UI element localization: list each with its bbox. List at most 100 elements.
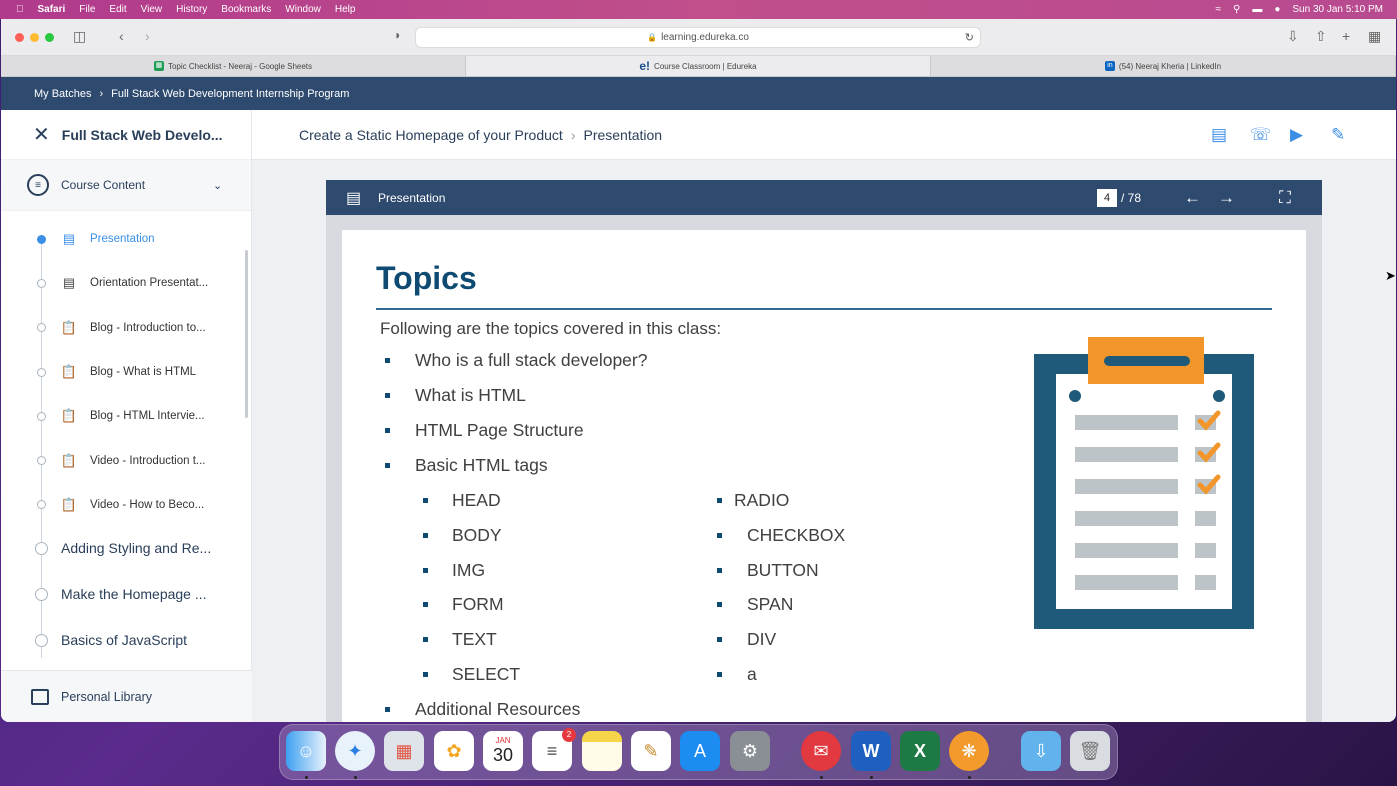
menu-history[interactable]: History <box>176 4 207 15</box>
classroom-app: ✕ Full Stack Web Develo... ≡ Course Cont… <box>1 110 1396 722</box>
module-item[interactable]: Make the Homepage ... <box>1 571 251 617</box>
course-sidebar: ✕ Full Stack Web Develo... ≡ Course Cont… <box>1 110 252 722</box>
privacy-shield-icon[interactable]: ◑ <box>393 28 400 42</box>
video-icon[interactable]: ▶ <box>1290 125 1303 145</box>
list-item[interactable]: 📋 Video - Introduction t... <box>1 438 251 482</box>
safari-window: ◫ ‹ › ◑ 🔒 learning.edureka.co ↻ ⇩ ⇧ + ▦ … <box>1 19 1396 722</box>
slide-intro: Following are the topics covered in this… <box>380 319 722 338</box>
page-number-input[interactable]: 4 <box>1097 189 1117 207</box>
bullet <box>385 463 390 468</box>
siri-icon[interactable]: ● <box>1274 4 1280 15</box>
presentation-viewer: ▤ Presentation 4 / 78 ← → ⛶ Topics Follo… <box>326 180 1322 722</box>
photos-icon[interactable]: ✿ <box>434 731 474 771</box>
list-item-label: Video - Introduction t... <box>90 454 206 467</box>
module-dot <box>35 587 48 601</box>
list-item[interactable]: 📋 Blog - What is HTML <box>1 350 251 394</box>
previous-page-icon[interactable]: ← <box>1184 188 1201 208</box>
launchpad-icon[interactable]: ▦ <box>384 731 424 771</box>
spotlight-search-icon[interactable]: ⚲ <box>1233 4 1240 15</box>
tab-label: Course Classroom | Edureka <box>654 61 757 71</box>
trash-icon[interactable]: 🗑 <box>1070 731 1110 771</box>
calendar-month: JAN <box>495 736 511 745</box>
app-store-icon[interactable]: A <box>680 731 720 771</box>
module-dot <box>35 633 48 647</box>
back-icon[interactable]: ‹ <box>119 28 124 44</box>
share-icon[interactable]: ⇧ <box>1315 28 1327 45</box>
module-item[interactable]: Adding Styling and Re... <box>1 525 251 571</box>
mac-menu-bar:  Safari File Edit View History Bookmark… <box>0 0 1397 19</box>
list-item[interactable]: 📋 Blog - HTML Intervie... <box>1 394 251 438</box>
chevron-down-icon[interactable]: ⌄ <box>213 179 222 192</box>
personal-library-label: Personal Library <box>61 689 153 704</box>
breadcrumb-program[interactable]: Full Stack Web Development Internship Pr… <box>111 88 349 100</box>
mail-icon[interactable]: ✉ <box>801 731 841 771</box>
list-item[interactable]: ▤ Orientation Presentat... <box>1 261 251 305</box>
reminders-icon[interactable]: ≡ 2 <box>532 728 576 771</box>
zoom-window-button[interactable] <box>45 33 54 42</box>
menu-clock[interactable]: Sun 30 Jan 5:10 PM <box>1292 4 1383 15</box>
calendar-icon[interactable]: JAN 30 <box>483 731 523 771</box>
breadcrumb-my-batches[interactable]: My Batches <box>34 88 91 100</box>
control-center-icon[interactable]: ▬ <box>1252 4 1262 15</box>
mouse-cursor-icon: ➤ <box>1385 268 1396 283</box>
comment-icon[interactable]: ▤ <box>1211 125 1227 145</box>
clipboard-icon: 📋 <box>60 496 78 512</box>
apple-icon[interactable]:  <box>16 4 24 15</box>
menu-bookmarks[interactable]: Bookmarks <box>221 4 271 15</box>
personal-library-link[interactable]: Personal Library <box>1 670 252 722</box>
tab-edureka[interactable]: e! Course Classroom | Edureka <box>466 56 931 76</box>
fullscreen-icon[interactable]: ⛶ <box>1279 188 1291 208</box>
next-page-icon[interactable]: → <box>1218 188 1235 208</box>
sidebar-scrollbar[interactable] <box>245 250 248 418</box>
list-item-label: Blog - Introduction to... <box>90 321 206 334</box>
textedit-icon[interactable]: ✎ <box>631 731 671 771</box>
list-item-label: Blog - What is HTML <box>90 366 197 379</box>
minimize-window-button[interactable] <box>30 33 39 42</box>
menu-file[interactable]: File <box>79 4 95 15</box>
notes-icon[interactable] <box>582 731 622 771</box>
menu-edit[interactable]: Edit <box>109 4 126 15</box>
edit-icon[interactable]: ✎ <box>1331 125 1345 145</box>
status-dot <box>37 411 46 421</box>
tab-overview-icon[interactable]: ▦ <box>1368 28 1381 45</box>
reload-icon[interactable]: ↻ <box>965 31 974 44</box>
course-content-toggle[interactable]: ≡ Course Content ⌄ <box>1 160 251 211</box>
system-preferences-icon[interactable]: ⚙ <box>730 731 770 771</box>
tab-linkedin[interactable]: in (54) Neeraj Kheria | LinkedIn <box>931 56 1396 76</box>
list-item[interactable]: ▤ Presentation <box>1 217 251 261</box>
downloads-icon[interactable]: ⇩ <box>1287 28 1299 45</box>
running-indicator <box>305 776 308 779</box>
menu-app-name[interactable]: Safari <box>38 4 66 15</box>
course-content-label: Course Content <box>61 178 146 192</box>
tag-item: DIV <box>747 629 777 649</box>
bullet <box>385 428 390 433</box>
finder-icon[interactable]: ☺ <box>286 731 326 771</box>
safari-icon[interactable]: ✦ <box>335 731 375 771</box>
module-breadcrumb[interactable]: Create a Static Homepage of your Product <box>299 127 563 143</box>
menu-help[interactable]: Help <box>335 4 356 15</box>
downloads-folder-icon[interactable]: ⇩ <box>1021 731 1061 771</box>
clipboard-icon: 📋 <box>60 408 78 424</box>
flower-app-icon[interactable]: ❋ <box>949 731 989 771</box>
support-call-icon[interactable]: ☏ <box>1250 125 1271 145</box>
bullet <box>423 498 428 503</box>
wifi-icon[interactable]: ≈ <box>1216 4 1222 15</box>
menu-window[interactable]: Window <box>285 4 321 15</box>
word-icon[interactable]: W <box>851 731 891 771</box>
active-dot <box>37 234 46 244</box>
url-text: learning.edureka.co <box>661 32 749 43</box>
close-window-button[interactable] <box>15 33 24 42</box>
new-tab-icon[interactable]: + <box>1342 28 1350 44</box>
list-item[interactable]: 📋 Video - How to Beco... <box>1 483 251 527</box>
tab-google-sheets[interactable]: ▦ Topic Checklist - Neeraj - Google Sheet… <box>1 56 466 76</box>
chevron-right-icon: › <box>570 126 576 143</box>
close-icon[interactable]: ✕ <box>33 122 50 147</box>
module-item[interactable]: Basics of JavaScript <box>1 617 251 663</box>
menu-view[interactable]: View <box>141 4 163 15</box>
list-item[interactable]: 📋 Blog - Introduction to... <box>1 306 251 350</box>
address-bar[interactable]: 🔒 learning.edureka.co ↻ <box>415 27 981 48</box>
forward-icon[interactable]: › <box>145 28 150 44</box>
excel-icon[interactable]: X <box>900 731 940 771</box>
sidebar-toggle-icon[interactable]: ◫ <box>73 28 86 45</box>
running-indicator <box>968 776 971 779</box>
